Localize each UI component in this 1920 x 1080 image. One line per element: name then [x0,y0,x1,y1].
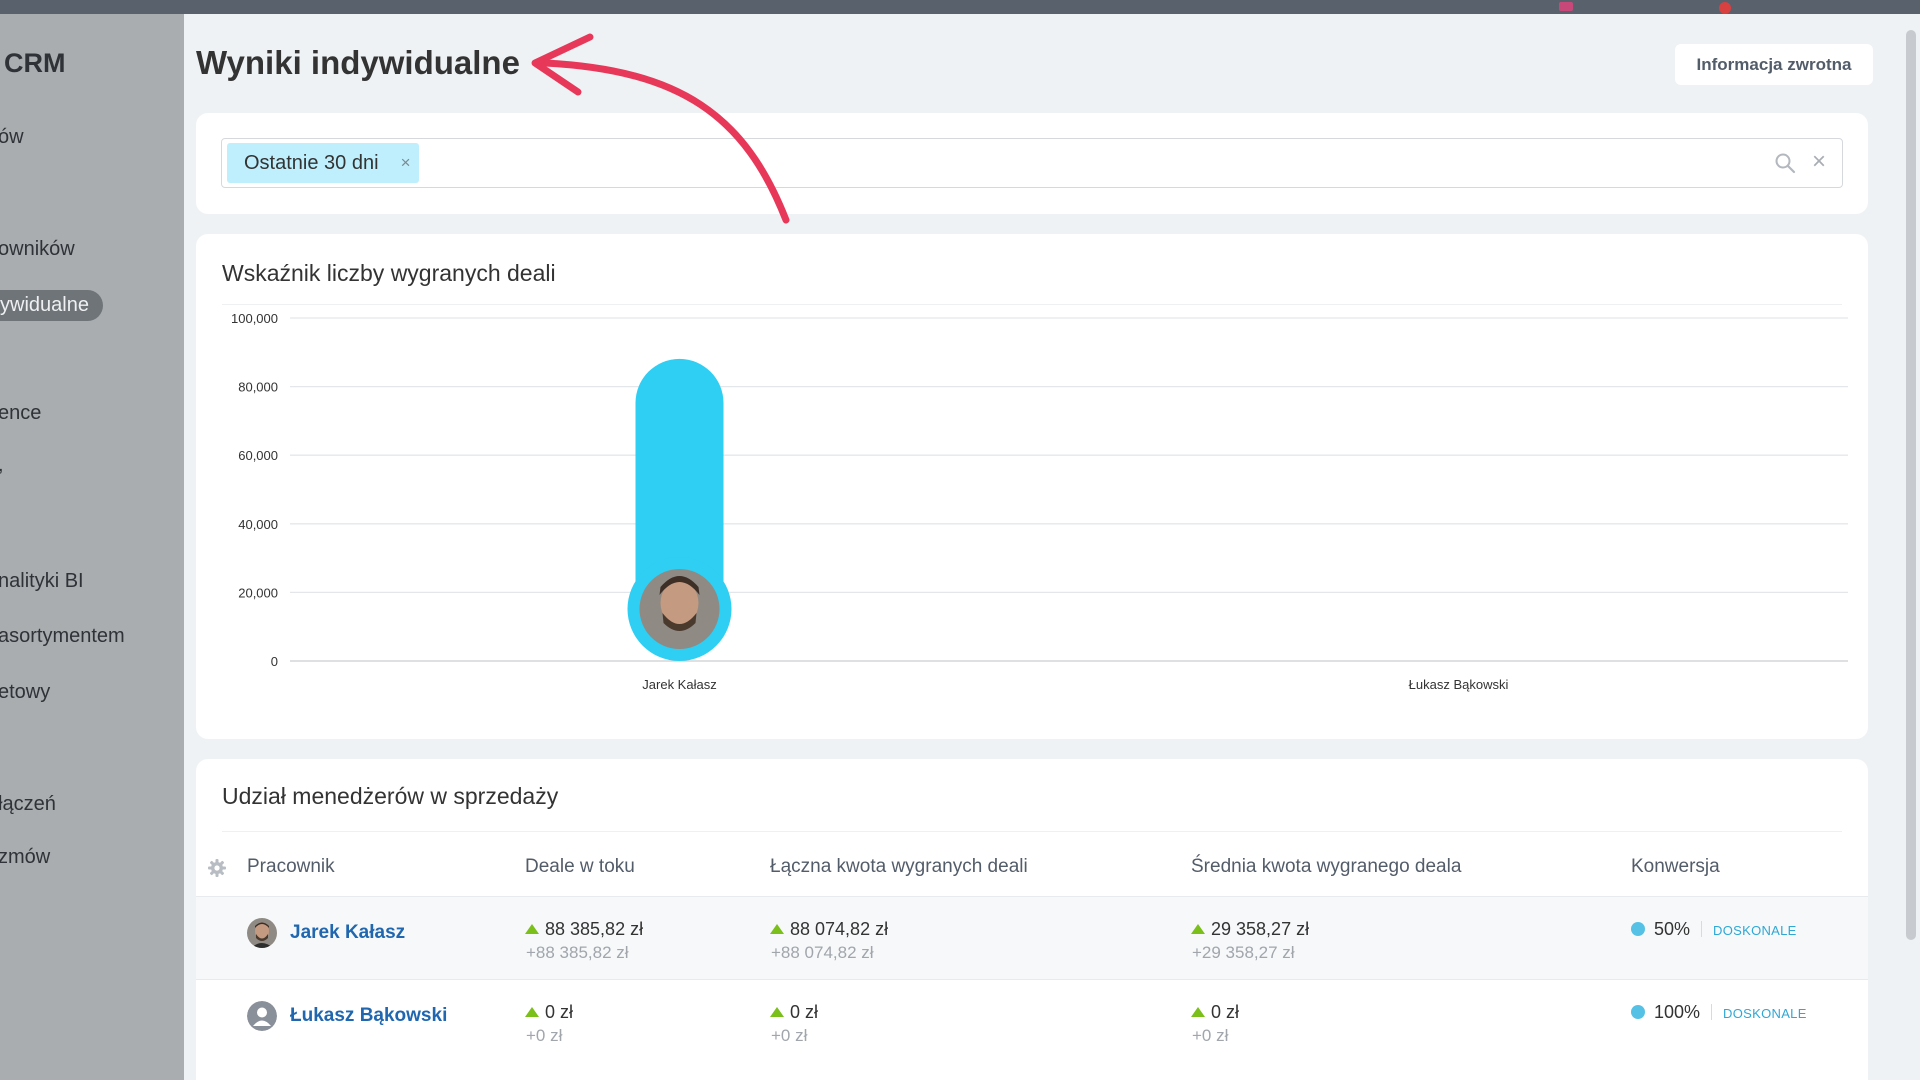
rating-badge: DOSKONALE [1723,1006,1807,1021]
sidebar-item-1[interactable]: owników [0,238,75,261]
employee-link[interactable]: Łukasz Bąkowski [290,1005,447,1027]
y-tick-label: 0 [271,654,278,669]
up-arrow-icon [1191,924,1205,934]
sidebar-item-individual-results[interactable]: ywidualne [0,290,103,321]
avatar-placeholder-icon[interactable] [247,1001,277,1031]
column-header-employee[interactable]: Pracownik [247,856,335,878]
search-icon[interactable] [1774,152,1796,174]
notification-icon[interactable] [1559,2,1573,11]
up-arrow-icon [770,924,784,934]
page-title: Wyniki indywidualne [196,44,520,81]
deals-in-progress-delta: +88 385,82 zł [526,943,629,962]
table-row[interactable]: Łukasz Bąkowski 0 zł +0 zł 0 zł +0 zł 0 … [196,979,1868,1062]
table-card-divider [222,831,1842,832]
sidebar: CRM ów owników ywidualne ence , nalityki… [0,14,184,1080]
won-average-value: 0 zł [1211,1002,1240,1022]
employee-link[interactable]: Jarek Kałasz [290,922,405,944]
won-total-value: 88 074,82 zł [790,919,889,939]
conversion-value: 50% [1654,919,1691,939]
y-tick-label: 40,000 [238,517,278,532]
deals-in-progress-value: 0 zł [545,1002,574,1022]
won-total-delta: +88 074,82 zł [771,943,874,962]
y-tick-label: 20,000 [238,585,278,600]
sidebar-item-8[interactable]: łączeń [0,793,56,816]
won-total-value: 0 zł [790,1002,819,1022]
up-arrow-icon [525,1007,539,1017]
column-header-conversion[interactable]: Konwersja [1631,856,1720,878]
filter-search-field[interactable]: Ostatnie 30 dni × × [221,138,1843,188]
sidebar-item-9[interactable]: zmów [0,846,50,869]
status-dot-icon [1631,1005,1645,1019]
column-header-deals-in-progress[interactable]: Deale w toku [525,856,635,878]
up-arrow-icon [770,1007,784,1017]
brand-title: CRM [4,48,66,78]
sidebar-item-bi-analytics[interactable]: nalityki BI [0,570,84,593]
sidebar-item-3[interactable]: ence [0,402,41,425]
sidebar-item-assortment[interactable]: asortymentem [0,625,125,648]
gear-icon[interactable] [207,858,227,878]
chart-card-title: Wskaźnik liczby wygranych deali [222,260,556,286]
avatar[interactable] [247,918,277,948]
sidebar-item-7[interactable]: etowy [0,681,50,704]
conversion-cell: 100% DOSKONALE [1631,1002,1807,1023]
deals-in-progress-delta: +0 zł [526,1026,563,1045]
sidebar-item-0[interactable]: ów [0,126,24,149]
won-total-cell: 0 zł +0 zł [770,1002,818,1046]
won-total-cell: 88 074,82 zł +88 074,82 zł [770,919,888,963]
up-arrow-icon [1191,1007,1205,1017]
won-deals-chart-card: Wskaźnik liczby wygranych deali 0 20,000 4… [196,234,1868,739]
table-row[interactable]: Jarek Kałasz 88 385,82 zł +88 385,82 zł … [196,896,1868,979]
x-tick-label: Łukasz Bąkowski [1409,677,1509,692]
top-bar [0,0,1920,14]
conversion-value: 100% [1654,1002,1701,1022]
column-header-won-total[interactable]: Łączna kwota wygranych deali [770,856,1028,878]
won-deals-bar-chart: 0 20,000 40,000 60,000 80,000 100,000 Jarek Ka… [231,311,1848,692]
filter-tag-label: Ostatnie 30 dni [244,152,379,174]
rating-badge: DOSKONALE [1713,923,1797,938]
sidebar-item-4[interactable]: , [0,454,4,477]
status-dot-icon [1631,922,1645,936]
won-average-delta: +0 zł [1192,1026,1229,1045]
up-arrow-icon [525,924,539,934]
y-tick-label: 80,000 [238,380,278,395]
x-tick-label: Jarek Kałasz [642,677,716,692]
won-total-delta: +0 zł [771,1026,808,1045]
won-average-cell: 0 zł +0 zł [1191,1002,1239,1046]
y-tick-label: 60,000 [238,448,278,463]
filter-tag[interactable]: Ostatnie 30 dni × [227,143,419,183]
feedback-button[interactable]: Informacja zwrotna [1675,44,1873,85]
won-average-delta: +29 358,27 zł [1192,943,1295,962]
deals-in-progress-value: 88 385,82 zł [545,919,644,939]
alert-badge[interactable] [1719,2,1731,14]
managers-share-card: Udział menedżerów w sprzedaży Pracownik … [196,759,1868,1080]
page-scrollbar[interactable] [1906,30,1916,940]
clear-filter-icon[interactable]: × [1812,150,1826,174]
filter-tag-remove-icon[interactable]: × [401,143,411,183]
deals-in-progress-cell: 0 zł +0 zł [525,1002,573,1046]
filter-panel: Ostatnie 30 dni × × [196,113,1868,214]
column-header-won-average[interactable]: Średnia kwota wygranego deala [1191,856,1461,878]
y-tick-label: 100,000 [231,311,278,326]
table-card-title: Udział menedżerów w sprzedaży [222,783,559,809]
won-average-cell: 29 358,27 zł +29 358,27 zł [1191,919,1309,963]
deals-in-progress-cell: 88 385,82 zł +88 385,82 zł [525,919,643,963]
conversion-cell: 50% DOSKONALE [1631,919,1797,940]
won-average-value: 29 358,27 zł [1211,919,1310,939]
